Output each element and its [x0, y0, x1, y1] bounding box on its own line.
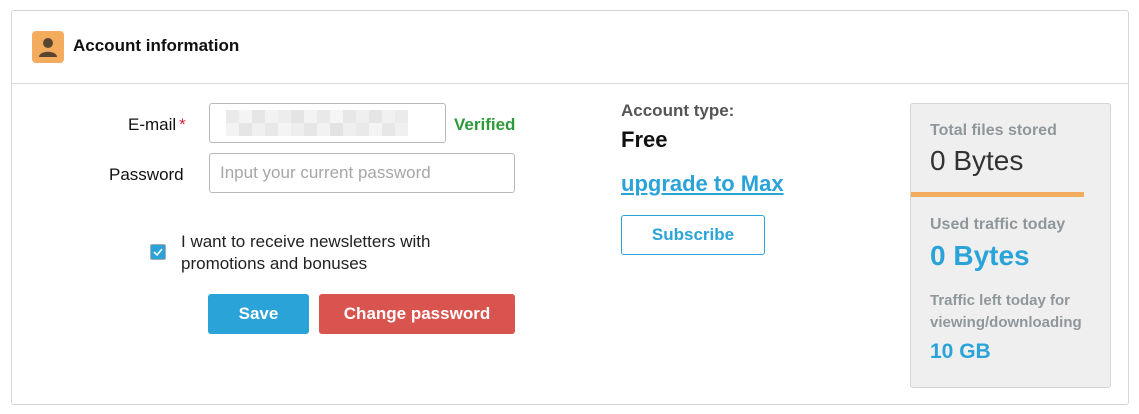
- account-type-label: Account type:: [621, 101, 735, 120]
- upgrade-link[interactable]: upgrade to Max: [621, 171, 784, 197]
- email-field[interactable]: [209, 103, 446, 143]
- email-redacted-value: [226, 110, 408, 136]
- traffic-left-value: 10 GB: [930, 340, 991, 363]
- change-password-button[interactable]: Change password: [319, 294, 515, 334]
- email-label: E-mail *: [128, 115, 186, 135]
- newsletter-checkbox[interactable]: [150, 244, 166, 260]
- panel-header: Account information: [12, 11, 1128, 84]
- email-label-text: E-mail: [128, 115, 177, 134]
- account-type-value: Free: [621, 127, 668, 152]
- used-traffic-value: 0 Bytes: [930, 240, 1030, 271]
- save-button[interactable]: Save: [208, 294, 309, 334]
- panel-title: Account information: [73, 36, 240, 55]
- newsletter-label[interactable]: I want to receive newsletters with promo…: [181, 231, 501, 275]
- required-mark: *: [179, 115, 186, 134]
- total-files-value: 0 Bytes: [930, 145, 1024, 176]
- subscribe-button[interactable]: Subscribe: [621, 215, 765, 255]
- checkmark-icon: [153, 248, 163, 256]
- password-label: Password: [109, 165, 184, 184]
- password-input[interactable]: [210, 154, 514, 192]
- account-information-panel: Account information E-mail * Verified Pas…: [11, 10, 1129, 405]
- used-traffic-label: Used traffic today: [930, 216, 1066, 233]
- user-icon: [32, 31, 64, 63]
- email-verified-status: Verified: [454, 115, 516, 134]
- traffic-left-label: Traffic left today for viewing/downloadi…: [930, 292, 1082, 331]
- total-files-label: Total files stored: [930, 122, 1057, 139]
- password-field-wrapper: [209, 153, 515, 193]
- storage-stats-box: Total files stored 0 Bytes Used traffic …: [910, 103, 1111, 388]
- stats-divider: [911, 192, 1084, 197]
